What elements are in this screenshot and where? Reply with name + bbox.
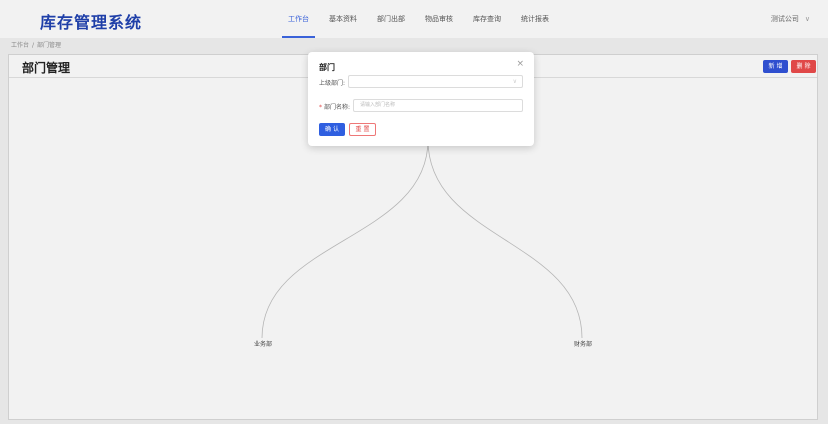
tree-edge-right — [427, 139, 583, 339]
dept-name-input[interactable]: 请输入部门名称 — [353, 99, 523, 112]
dept-name-label-text: 部门名称: — [324, 104, 351, 111]
department-modal: 部门 × 上级部门: ∨ * 部门名称: 请输入部门名称 确 认 重 置 — [308, 52, 534, 146]
parent-dept-select[interactable]: ∨ — [348, 75, 523, 88]
modal-title: 部门 — [319, 63, 335, 72]
confirm-button[interactable]: 确 认 — [319, 123, 345, 136]
required-marker: * — [319, 104, 322, 111]
tree-node-finance[interactable]: 财务部 — [574, 339, 592, 348]
dept-name-label: * 部门名称: — [319, 102, 350, 111]
tree-node-business[interactable]: 业务部 — [254, 339, 272, 348]
reset-button[interactable]: 重 置 — [349, 123, 376, 136]
close-icon[interactable]: × — [516, 59, 524, 69]
parent-dept-label: 上级部门: — [319, 80, 346, 87]
tree-edge-left — [261, 139, 429, 339]
chevron-down-icon: ∨ — [512, 78, 517, 85]
